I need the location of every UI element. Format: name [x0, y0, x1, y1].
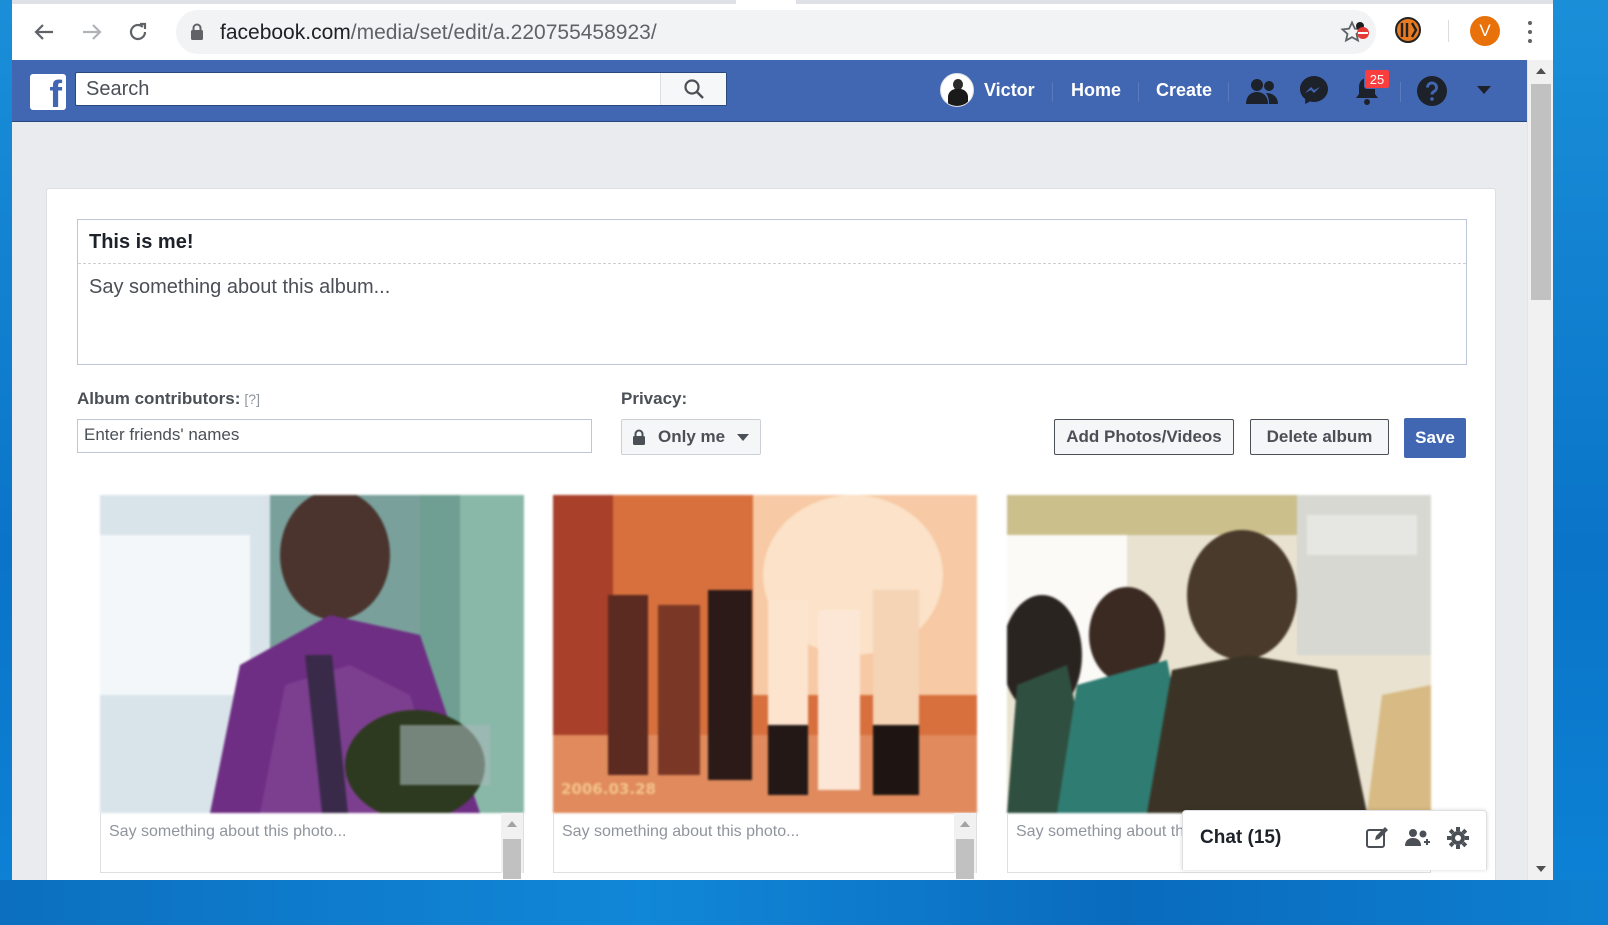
search-input[interactable] [76, 73, 660, 105]
page-scrollbar[interactable] [1527, 60, 1553, 880]
facebook-logo[interactable]: f [30, 74, 66, 110]
extension-icon[interactable] [1351, 18, 1373, 42]
photo-date-stamp: 2006.03.28 [561, 780, 656, 798]
scroll-down-arrow[interactable] [1536, 866, 1546, 872]
reload-icon [129, 22, 147, 41]
create-label: Create [1156, 79, 1213, 100]
active-tab-edge [736, 0, 796, 4]
caption-scrollbar[interactable] [954, 813, 976, 879]
home-label: Home [1071, 79, 1122, 100]
gear-icon[interactable] [1446, 826, 1470, 850]
nav-separator [1400, 82, 1401, 102]
browser-window: facebook.com/media/set/edit/a.2207554589… [12, 0, 1553, 880]
avatar [940, 73, 974, 107]
home-link[interactable]: Home [1071, 72, 1121, 108]
forward-button[interactable] [74, 14, 110, 50]
album-title-field[interactable]: This is me! [78, 220, 1466, 264]
photo-tile: 2006.03.28 Say something about this phot… [553, 495, 977, 880]
browser-menu-button[interactable] [1520, 18, 1540, 46]
album-description-field[interactable]: Say something about this album... [89, 276, 390, 299]
address-bar[interactable]: facebook.com/media/set/edit/a.2207554589… [176, 10, 1376, 54]
contributors-help-link[interactable]: [?] [244, 391, 260, 407]
friend-requests-icon[interactable] [1246, 76, 1278, 106]
search-box [75, 72, 727, 106]
album-info-box: This is me! Say something about this alb… [77, 219, 1467, 365]
nav-separator [1052, 82, 1053, 102]
scroll-up-arrow[interactable] [1536, 68, 1546, 74]
account-dropdown-icon[interactable] [1476, 85, 1492, 95]
delete-album-button[interactable]: Delete album [1250, 419, 1389, 455]
profile-link[interactable]: Victor [940, 72, 1035, 108]
caption-scrollbar[interactable] [501, 813, 523, 879]
facebook-header: f Victor Home Create 25 [12, 60, 1527, 122]
lock-icon [633, 429, 645, 445]
new-message-icon[interactable] [1365, 826, 1389, 850]
search-icon [683, 79, 704, 99]
add-photos-button[interactable]: Add Photos/Videos [1054, 419, 1234, 455]
chat-label: Chat (15) [1200, 827, 1282, 848]
user-name: Victor [984, 79, 1035, 100]
browser-toolbar: facebook.com/media/set/edit/a.2207554589… [12, 0, 1553, 60]
reload-button[interactable] [120, 14, 156, 50]
profile-avatar[interactable]: V [1470, 16, 1500, 46]
desktop-taskbar [0, 880, 1608, 925]
photo-thumbnail[interactable] [100, 495, 524, 813]
scrollbar-thumb[interactable] [1531, 84, 1551, 300]
album-editor-card: This is me! Say something about this alb… [46, 188, 1496, 880]
photo-tile: Say something about this photo... [100, 495, 524, 880]
privacy-dropdown[interactable]: Only me [621, 419, 761, 455]
photo-caption-input[interactable]: Say something about this photo... [100, 813, 524, 879]
contributors-input[interactable]: Enter friends' names [77, 419, 592, 453]
photo-thumbnail[interactable] [1007, 495, 1431, 813]
privacy-value: Only me [658, 427, 726, 446]
help-icon[interactable] [1416, 75, 1448, 107]
create-group-icon[interactable] [1405, 826, 1431, 850]
url-text: facebook.com/media/set/edit/a.2207554589… [220, 21, 657, 44]
create-link[interactable]: Create [1156, 72, 1212, 108]
chat-bar[interactable]: Chat (15) [1182, 810, 1487, 870]
save-button[interactable]: Save [1404, 418, 1466, 458]
extension-icon[interactable] [1394, 16, 1422, 44]
photo-caption-input[interactable]: Say something about this photo... [553, 813, 977, 879]
arrow-right-icon [83, 24, 102, 40]
chevron-down-icon [737, 433, 750, 441]
nav-separator [1228, 82, 1229, 102]
privacy-label: Privacy: [621, 389, 688, 408]
back-button[interactable] [26, 14, 62, 50]
notification-badge: 25 [1364, 69, 1390, 89]
search-button[interactable] [660, 73, 726, 105]
toolbar-separator [1448, 20, 1449, 42]
messenger-icon[interactable] [1298, 74, 1330, 106]
lock-icon [191, 23, 203, 40]
photo-thumbnail[interactable]: 2006.03.28 [553, 495, 977, 813]
nav-separator [1138, 82, 1139, 102]
arrow-left-icon [34, 24, 53, 40]
contributors-label: Album contributors: [?] [77, 389, 260, 408]
